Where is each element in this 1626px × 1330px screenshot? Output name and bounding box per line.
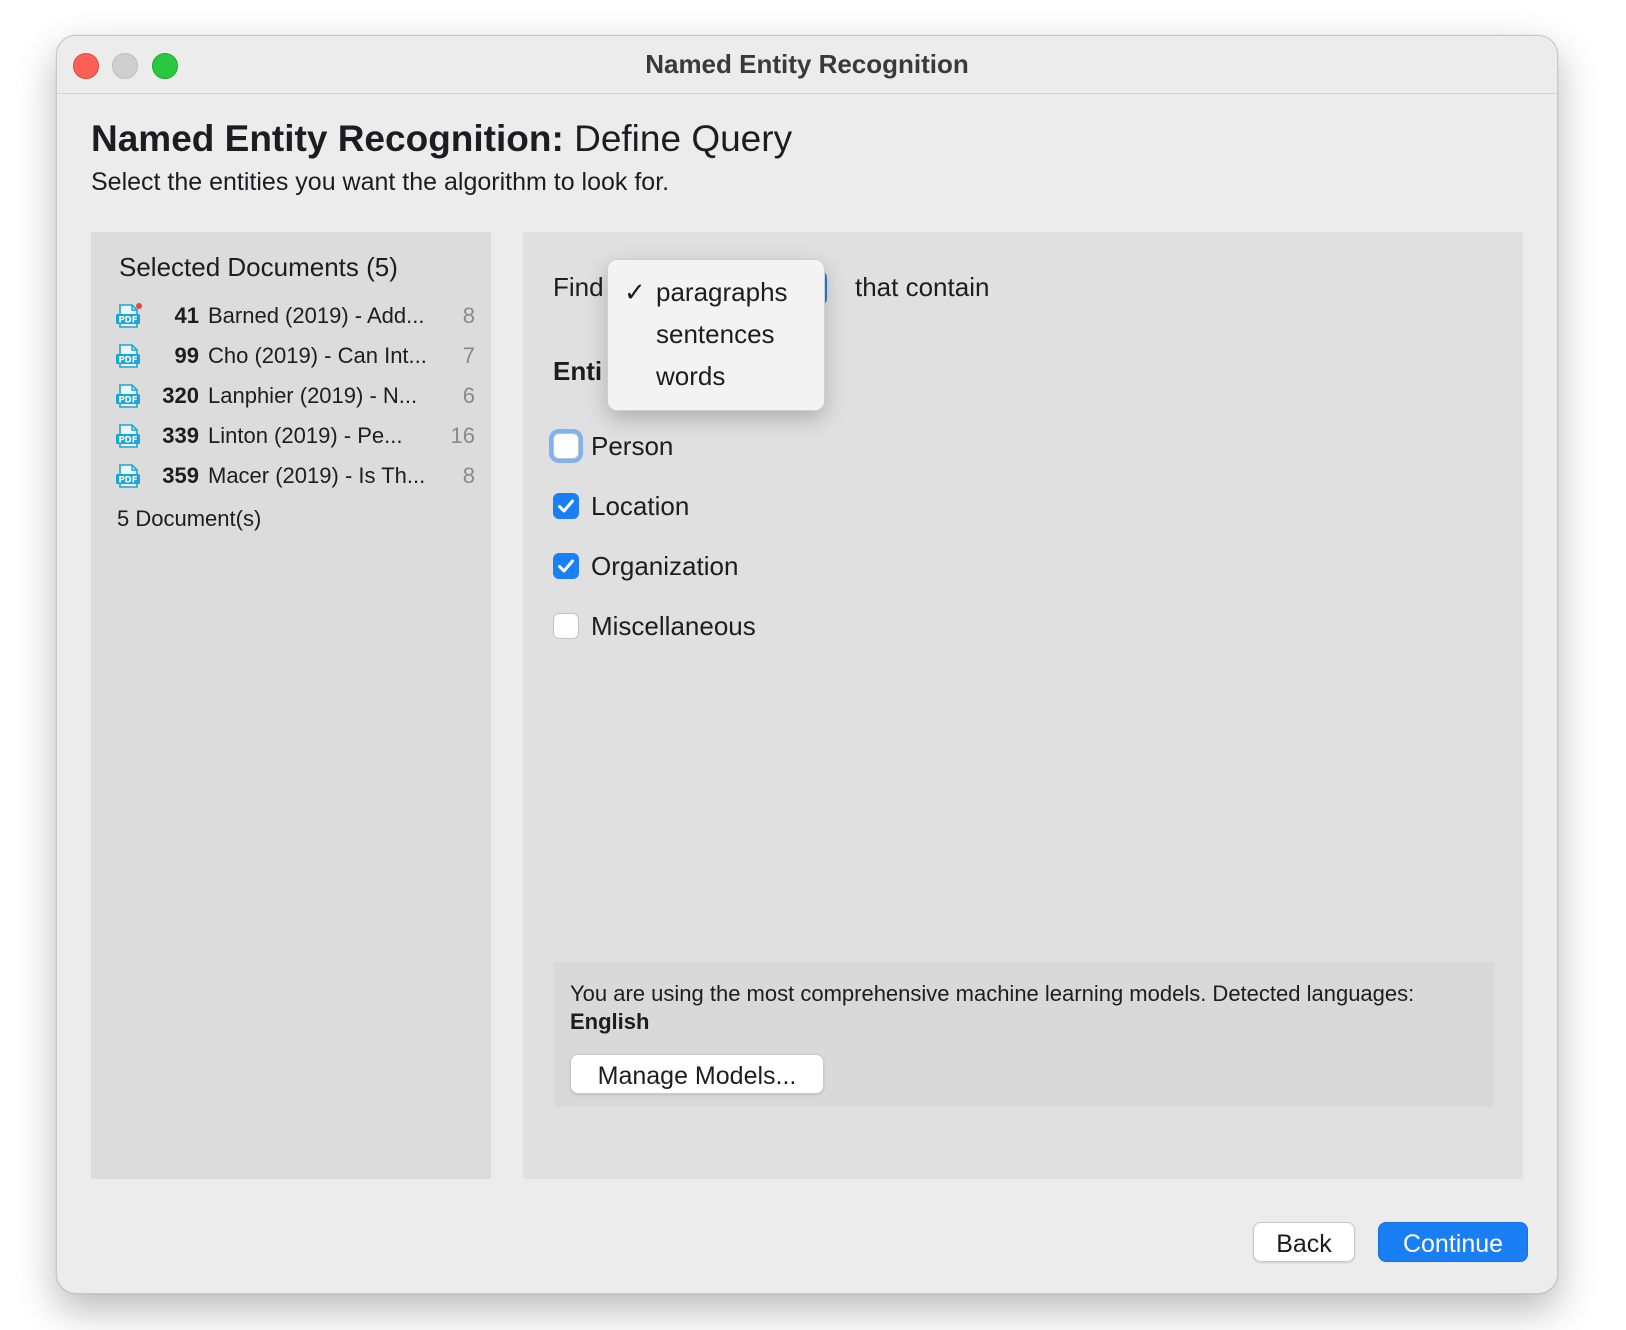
entities-label: Enti <box>553 356 603 386</box>
entity-option-location[interactable]: Location <box>553 488 689 524</box>
entity-label: Location <box>591 490 690 521</box>
pdf-icon: PDF <box>115 303 143 329</box>
svg-text:PDF: PDF <box>118 435 137 445</box>
document-row[interactable]: PDF 99 Cho (2019) - Can Int... 7 <box>115 336 475 376</box>
menu-item-label: sentences <box>656 319 775 349</box>
document-hit-count: 8 <box>462 463 475 488</box>
models-description: You are using the most comprehensive mac… <box>570 981 1415 1006</box>
entity-option-organization[interactable]: Organization <box>553 548 738 584</box>
document-row[interactable]: PDF 41 Barned (2019) - Add... 8 <box>115 296 475 336</box>
document-hit-count: 8 <box>462 303 475 328</box>
document-title: Lanphier (2019) - N... <box>208 383 418 408</box>
pdf-icon: PDF <box>115 343 143 369</box>
checkmark-icon <box>558 499 574 513</box>
document-hit-count: 7 <box>462 343 475 368</box>
detected-language: English <box>570 1009 650 1034</box>
entity-checkbox[interactable] <box>553 613 579 639</box>
find-label: Find <box>553 272 604 302</box>
entity-option-miscellaneous[interactable]: Miscellaneous <box>553 608 756 644</box>
checkmark-icon: ✓ <box>624 277 646 307</box>
pdf-icon: PDF <box>115 383 143 409</box>
document-number: 41 <box>174 303 199 328</box>
menu-item-words[interactable]: words <box>656 356 725 396</box>
manage-models-button[interactable]: Manage Models... <box>570 1054 824 1094</box>
pdf-icon: PDF <box>115 423 143 449</box>
entity-label: Organization <box>591 550 739 581</box>
window-title: Named Entity Recognition <box>645 49 969 79</box>
back-button[interactable]: Back <box>1253 1222 1355 1262</box>
page-title: Named Entity Recognition: Define Query <box>91 118 792 160</box>
models-info-box: You are using the most comprehensive mac… <box>554 962 1494 1107</box>
title-bar: Named Entity Recognition <box>57 36 1557 94</box>
svg-text:PDF: PDF <box>118 395 137 405</box>
document-title: Linton (2019) - Pe... <box>208 423 403 448</box>
entity-checkbox[interactable] <box>553 433 579 459</box>
that-contain-label: that contain <box>855 272 990 302</box>
checkmark-icon <box>558 559 574 573</box>
menu-item-label: words <box>656 361 726 391</box>
entity-checkbox[interactable] <box>553 553 579 579</box>
document-title: Macer (2019) - Is Th... <box>208 463 426 488</box>
page-title-rest: Define Query <box>563 118 793 159</box>
svg-text:PDF: PDF <box>118 475 137 485</box>
document-number: 99 <box>174 343 199 368</box>
menu-item-label: paragraphs <box>656 277 788 307</box>
document-hit-count: 6 <box>462 383 475 408</box>
selected-documents-title: Selected Documents (5) <box>119 252 398 282</box>
document-number: 359 <box>162 463 199 488</box>
document-count: 5 Document(s) <box>117 506 262 531</box>
query-panel: Find that contain Enti Person Location Org… <box>523 232 1523 1179</box>
entity-checkbox[interactable] <box>553 493 579 519</box>
document-title: Cho (2019) - Can Int... <box>208 343 427 368</box>
pdf-icon: PDF <box>115 463 143 489</box>
dialog-window: Named Entity Recognition Named Entity Re… <box>56 35 1558 1294</box>
unit-dropdown-menu: ✓ paragraphs sentences words <box>607 259 825 411</box>
document-row[interactable]: PDF 339 Linton (2019) - Pe... 16 <box>115 416 475 456</box>
svg-text:PDF: PDF <box>118 315 137 325</box>
document-hit-count: 16 <box>450 423 475 448</box>
entity-label: Person <box>591 430 674 461</box>
document-number: 339 <box>162 423 199 448</box>
page-title-bold: Named Entity Recognition: <box>91 118 564 159</box>
document-row[interactable]: PDF 359 Macer (2019) - Is Th... 8 <box>115 456 475 496</box>
document-number: 320 <box>162 383 199 408</box>
continue-button[interactable]: Continue <box>1378 1222 1528 1262</box>
menu-item-paragraphs[interactable]: ✓ paragraphs <box>624 272 788 312</box>
page-subtitle: Select the entities you want the algorit… <box>91 168 670 196</box>
document-title: Barned (2019) - Add... <box>208 303 425 328</box>
models-info-text: You are using the most comprehensive mac… <box>570 980 1470 1036</box>
selected-documents-panel: Selected Documents (5) PDF 41 Barned (2019… <box>91 232 491 1179</box>
entity-option-person[interactable]: Person <box>553 428 673 464</box>
document-list: PDF 41 Barned (2019) - Add... 8 PDF 99 Cho (20… <box>115 296 475 496</box>
entity-label: Miscellaneous <box>591 610 756 641</box>
menu-item-sentences[interactable]: sentences <box>656 314 775 354</box>
document-row[interactable]: PDF 320 Lanphier (2019) - N... 6 <box>115 376 475 416</box>
svg-text:PDF: PDF <box>118 355 137 365</box>
